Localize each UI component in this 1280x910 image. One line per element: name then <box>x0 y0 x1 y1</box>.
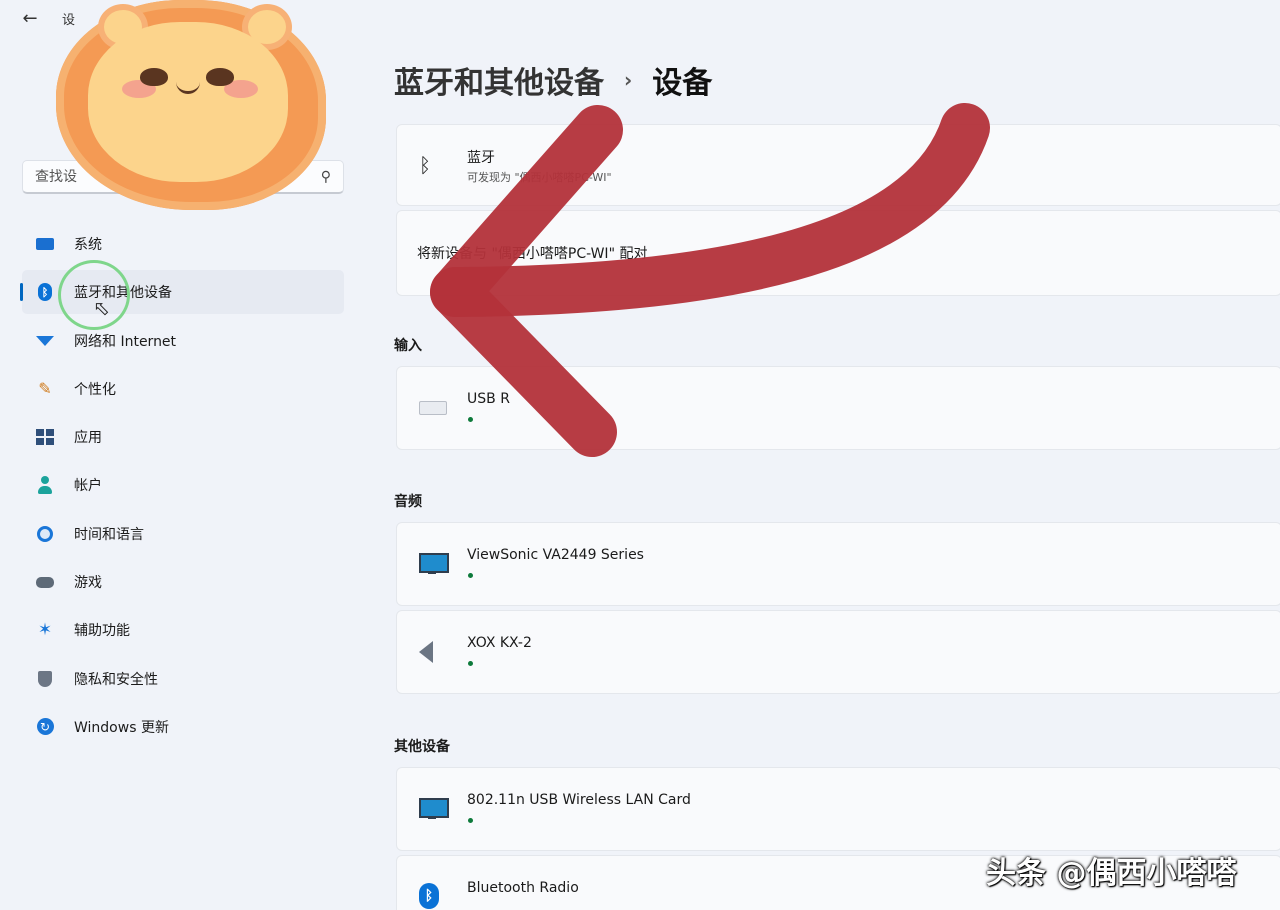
sidebar-item-label: 个性化 <box>74 381 116 398</box>
pair-device-card[interactable]: 将新设备与 "偶西小嗒嗒PC-WI" 配对 <box>396 210 1280 296</box>
bluetooth-card[interactable]: ᛒ 蓝牙 可发现为 "偶西小嗒嗒PC-WI" <box>396 124 1280 206</box>
connected-dot <box>468 417 473 422</box>
sidebar-item-label: 隐私和安全性 <box>74 671 158 688</box>
sticker-eye-left <box>140 68 168 86</box>
account-icon <box>36 476 54 495</box>
main-content: 蓝牙和其他设备 › 设备 ᛒ 蓝牙 可发现为 "偶西小嗒嗒PC-WI" 将新设备… <box>394 0 1280 910</box>
back-arrow-icon[interactable]: ← <box>12 2 48 34</box>
breadcrumb-parent[interactable]: 蓝牙和其他设备 <box>394 58 604 102</box>
device-name: ViewSonic VA2449 Series <box>467 547 644 563</box>
connected-dot <box>468 573 473 578</box>
connected-dot <box>468 661 473 666</box>
sidebar-item-accounts[interactable]: 帐户 <box>22 463 344 507</box>
sidebar-item-time-language[interactable]: 时间和语言 <box>22 512 344 556</box>
sidebar-item-privacy[interactable]: 隐私和安全性 <box>22 657 344 701</box>
sidebar-item-system[interactable]: 系统 <box>22 222 344 266</box>
wifi-icon <box>36 332 54 350</box>
keyboard-icon <box>419 401 447 415</box>
update-icon: ↻ <box>36 718 54 736</box>
speaker-icon <box>419 641 433 663</box>
bluetooth-icon: ᛒ <box>419 883 439 909</box>
system-icon <box>36 235 54 253</box>
sidebar-item-accessibility[interactable]: ✶ 辅助功能 <box>22 608 344 652</box>
device-name: 802.11n USB Wireless LAN Card <box>467 792 691 808</box>
device-name: Bluetooth Radio <box>467 880 579 896</box>
watermark: 头条 @偶西小嗒嗒 <box>986 856 1237 891</box>
shield-icon <box>36 670 54 688</box>
sidebar-item-label: 应用 <box>74 430 102 447</box>
brush-icon: ✎ <box>38 379 52 399</box>
accessibility-icon: ✶ <box>37 620 53 641</box>
page-title: 设备 <box>652 66 713 101</box>
bluetooth-icon: ᛒ <box>419 153 431 177</box>
sticker-face <box>88 22 288 182</box>
gamepad-icon <box>36 573 54 591</box>
apps-icon <box>36 428 54 446</box>
sidebar-item-windows-update[interactable]: ↻ Windows 更新 <box>22 705 344 749</box>
device-name: USB R <box>467 391 510 407</box>
breadcrumb: 蓝牙和其他设备 › 设备 <box>394 58 712 102</box>
sticker-eye-right <box>206 68 234 86</box>
section-audio: 音频 <box>394 494 422 510</box>
sidebar-nav: 系统 ᛒ 蓝牙和其他设备 网络和 Internet ✎ 个性化 应用 帐户 时间… <box>20 222 344 753</box>
section-other: 其他设备 <box>394 739 450 755</box>
sidebar-item-label: 网络和 Internet <box>74 333 177 350</box>
sidebar-item-label: Windows 更新 <box>74 719 169 736</box>
sidebar-item-gaming[interactable]: 游戏 <box>22 560 344 604</box>
search-icon[interactable]: ⚲ <box>321 169 331 185</box>
device-card-xox-kx2[interactable]: XOX KX-2 <box>396 610 1280 694</box>
avatar-sticker <box>56 0 326 210</box>
sidebar-item-bluetooth[interactable]: ᛒ 蓝牙和其他设备 <box>20 270 344 315</box>
sidebar-item-label: 蓝牙和其他设备 <box>74 285 172 302</box>
pair-device-text: 将新设备与 "偶西小嗒嗒PC-WI" 配对 <box>417 246 648 262</box>
sidebar-item-label: 时间和语言 <box>74 526 144 543</box>
section-input: 输入 <box>394 338 422 354</box>
sidebar-item-label: 系统 <box>74 237 102 253</box>
connected-dot <box>468 818 473 823</box>
sidebar-item-label: 帐户 <box>74 478 102 495</box>
device-card-viewsonic[interactable]: ViewSonic VA2449 Series <box>396 522 1280 606</box>
bluetooth-title: 蓝牙 <box>467 150 495 166</box>
device-card-wireless-lan[interactable]: 802.11n USB Wireless LAN Card <box>396 767 1280 851</box>
bluetooth-subtitle: 可发现为 "偶西小嗒嗒PC-WI" <box>467 171 612 184</box>
bluetooth-icon: ᛒ <box>36 283 54 302</box>
sidebar-item-network[interactable]: 网络和 Internet <box>22 319 344 363</box>
sidebar-item-personalization[interactable]: ✎ 个性化 <box>22 367 344 411</box>
sidebar-item-apps[interactable]: 应用 <box>22 415 344 459</box>
device-card-usb-receiver[interactable]: USB R <box>396 366 1280 450</box>
app-title: 设 <box>62 12 76 28</box>
sidebar-item-label: 游戏 <box>74 575 102 592</box>
clock-globe-icon <box>36 525 54 543</box>
chevron-right-icon: › <box>624 68 633 92</box>
monitor-icon <box>419 553 449 575</box>
device-name: XOX KX-2 <box>467 635 532 651</box>
monitor-icon <box>419 798 449 820</box>
sidebar-item-label: 辅助功能 <box>74 623 130 640</box>
selection-indicator <box>20 283 23 302</box>
